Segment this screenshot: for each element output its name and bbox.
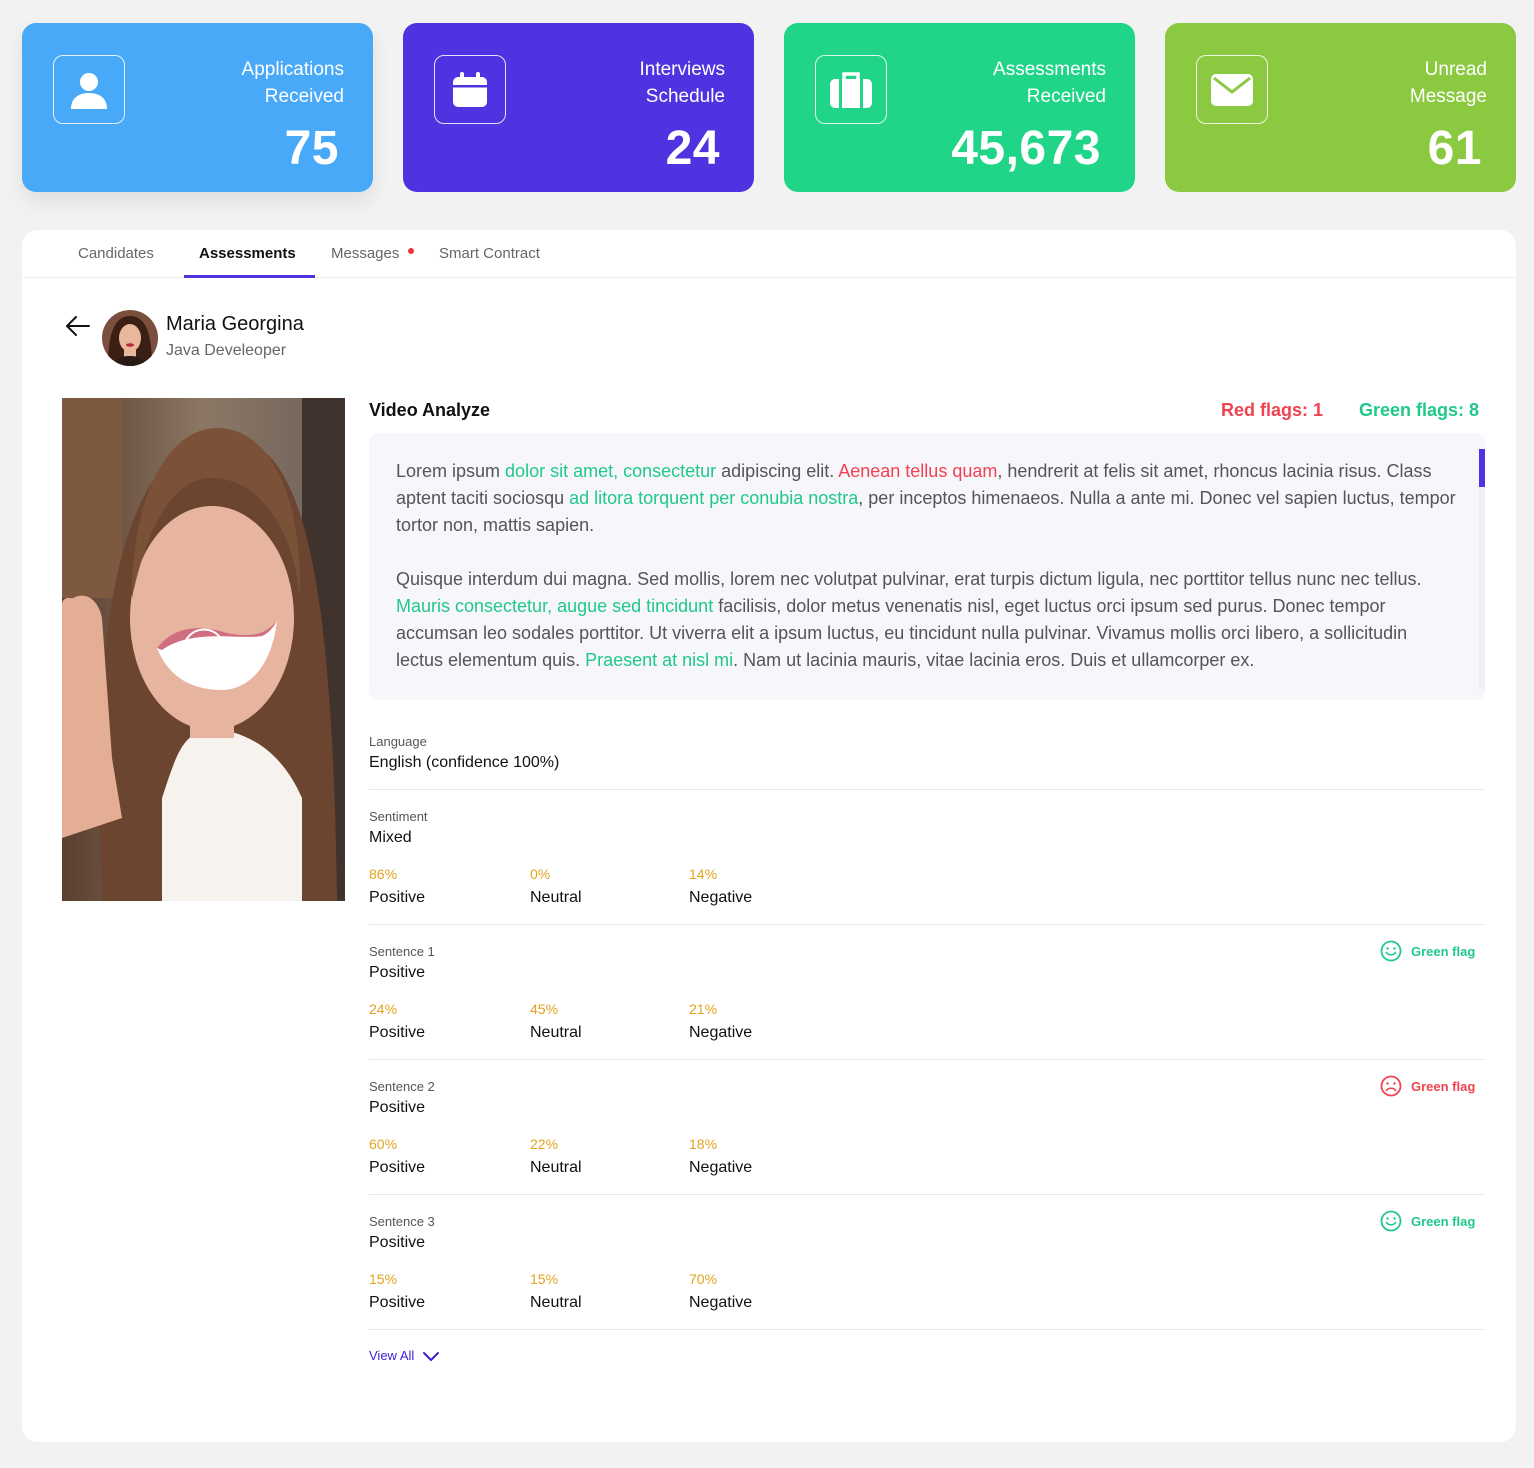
negative-label: Negative <box>689 1294 753 1311</box>
candidate-name: Maria Georgina <box>166 313 304 335</box>
stat-label: Applications Received <box>241 59 344 107</box>
sentence-value: Positive <box>369 964 426 981</box>
negative-label: Negative <box>689 1159 753 1176</box>
positive-label: Positive <box>369 1159 426 1176</box>
frown-icon <box>1380 1075 1402 1097</box>
negative-percent: 18% <box>689 1136 718 1152</box>
stat-value: 45,673 <box>951 122 1101 175</box>
negative-percent: 21% <box>689 1001 718 1017</box>
tab-smart-contract[interactable]: Smart Contract <box>439 245 540 262</box>
video-player[interactable] <box>62 398 345 901</box>
sentence-label: Sentence 3 <box>369 1214 435 1229</box>
transcript-paragraph: Lorem ipsum dolor sit amet, consectetur … <box>396 461 1456 535</box>
sentence-value: Positive <box>369 1099 426 1116</box>
chevron-down-icon <box>423 1351 440 1361</box>
video-analyze-title: Video Analyze <box>369 400 491 420</box>
positive-label: Positive <box>369 1024 426 1041</box>
positive-percent: 15% <box>369 1271 398 1287</box>
stat-value: 24 <box>665 122 720 175</box>
play-button[interactable] <box>182 628 226 672</box>
language-label: Language <box>369 734 427 749</box>
neutral-label: Neutral <box>530 1159 582 1176</box>
candidate-role: Java Develeoper <box>166 342 287 359</box>
positive-percent: 60% <box>369 1136 398 1152</box>
negative-percent: 70% <box>689 1271 718 1287</box>
back-arrow-icon[interactable] <box>64 312 92 345</box>
sentence-label: Sentence 1 <box>369 944 435 959</box>
stat-card-applications[interactable]: Applications Received 75 <box>22 23 373 192</box>
active-tab-indicator <box>184 275 315 278</box>
flag-badge: Green flag <box>1380 1210 1475 1232</box>
positive-percent: 24% <box>369 1001 398 1017</box>
neutral-percent: 0% <box>530 866 551 882</box>
positive-label: Positive <box>369 889 426 906</box>
red-flags-count: Red flags: 1 <box>1221 400 1324 420</box>
sentiment-label: Sentiment <box>369 809 428 824</box>
divider <box>369 1194 1485 1195</box>
mail-icon <box>1196 55 1268 124</box>
stat-card-assessments[interactable]: Assessments Received 45,673 <box>784 23 1135 192</box>
green-flags-count: Green flags: 8 <box>1359 400 1480 420</box>
divider <box>369 924 1485 925</box>
divider <box>369 1329 1485 1330</box>
flag-badge: Green flag <box>1380 940 1475 962</box>
transcript-box[interactable]: Lorem ipsum dolor sit amet, consectetur … <box>369 433 1485 700</box>
language-value: English (confidence 100%) <box>369 754 560 771</box>
neutral-percent: 15% <box>530 1271 559 1287</box>
smile-icon <box>1380 1210 1402 1232</box>
negative-label: Negative <box>689 1024 753 1041</box>
main-panel: Candidates Assessments Messages Smart Co… <box>22 230 1516 1442</box>
sentence-label: Sentence 2 <box>369 1079 435 1094</box>
stat-card-interviews[interactable]: Interviews Schedule 24 <box>403 23 754 192</box>
neutral-label: Neutral <box>530 1024 582 1041</box>
view-all-button[interactable]: View All <box>369 1348 440 1363</box>
positive-label: Positive <box>369 1294 426 1311</box>
stat-label: Assessments Received <box>993 59 1106 107</box>
sentiment-value: Mixed <box>369 829 412 846</box>
flag-badge: Green flag <box>1380 1075 1475 1097</box>
divider <box>369 1059 1485 1060</box>
tab-assessments[interactable]: Assessments <box>199 245 296 262</box>
user-icon <box>53 55 125 124</box>
tab-candidates[interactable]: Candidates <box>78 245 154 262</box>
tab-bar: Candidates Assessments Messages Smart Co… <box>22 230 1516 278</box>
neutral-label: Neutral <box>530 889 582 906</box>
transcript-paragraph: Quisque interdum dui magna. Sed mollis, … <box>396 569 1422 670</box>
stat-label: Interviews Schedule <box>639 59 725 107</box>
briefcase-icon <box>815 55 887 124</box>
smile-icon <box>1380 940 1402 962</box>
calendar-icon <box>434 55 506 124</box>
negative-percent: 14% <box>689 866 718 882</box>
neutral-label: Neutral <box>530 1294 582 1311</box>
stat-value: 75 <box>284 122 339 175</box>
avatar <box>102 310 158 366</box>
neutral-percent: 45% <box>530 1001 559 1017</box>
divider <box>369 789 1485 790</box>
sentence-value: Positive <box>369 1234 426 1251</box>
stat-label: Unread Message <box>1409 59 1487 107</box>
positive-percent: 86% <box>369 866 398 882</box>
negative-label: Negative <box>689 889 753 906</box>
neutral-percent: 22% <box>530 1136 559 1152</box>
stat-value: 61 <box>1427 122 1482 175</box>
unread-dot <box>408 248 414 254</box>
scrollbar-thumb[interactable] <box>1479 449 1485 487</box>
tab-messages[interactable]: Messages <box>331 245 399 262</box>
stat-card-messages[interactable]: Unread Message 61 <box>1165 23 1516 192</box>
